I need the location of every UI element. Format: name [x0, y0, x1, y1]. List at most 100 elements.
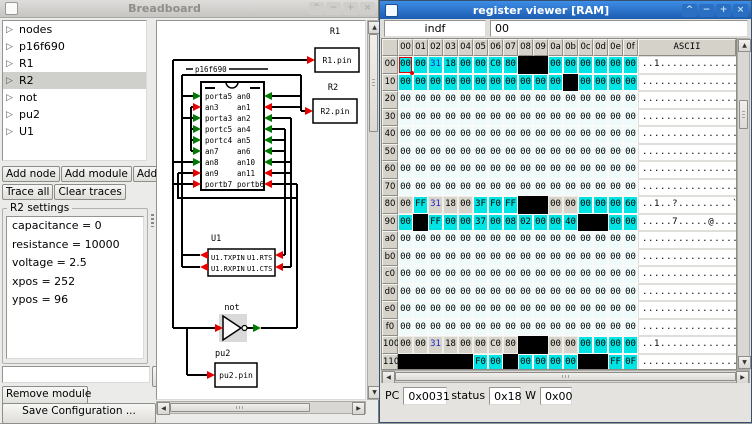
u1-label[interactable]: U1 — [211, 234, 221, 244]
register-cell[interactable]: 00 — [398, 91, 413, 109]
ascii-cell[interactable]: ................ — [638, 179, 737, 197]
register-cell[interactable]: 00 — [458, 74, 473, 92]
register-cell[interactable]: 00 — [458, 91, 473, 109]
close-button[interactable]: × — [733, 4, 748, 17]
register-cell[interactable]: 00 — [563, 56, 578, 74]
register-cell[interactable]: 00 — [608, 214, 623, 232]
register-cell[interactable]: 00 — [593, 249, 608, 267]
tree-item-not[interactable]: ▷not — [3, 89, 146, 106]
register-cell[interactable]: 00 — [578, 161, 593, 179]
register-cell[interactable]: 00 — [518, 126, 533, 144]
register-cell[interactable]: 00 — [593, 319, 608, 337]
expander-icon[interactable]: ▷ — [6, 25, 16, 35]
register-cell[interactable]: 00 — [518, 91, 533, 109]
ascii-cell[interactable]: ................ — [638, 284, 737, 302]
register-cell[interactable]: 00 — [623, 249, 638, 267]
ascii-cell[interactable]: ................ — [638, 231, 737, 249]
register-cell[interactable]: 31 — [428, 196, 443, 214]
tree-item-R1[interactable]: ▷R1 — [3, 55, 146, 72]
register-cell[interactable]: 00 — [623, 91, 638, 109]
scroll-up-icon[interactable]: ▲ — [738, 39, 751, 52]
register-cell[interactable]: FF — [608, 354, 623, 371]
column-header[interactable]: 02 — [428, 39, 443, 56]
column-header[interactable]: 05 — [473, 39, 488, 56]
register-cell[interactable]: 00 — [608, 319, 623, 337]
register-cell[interactable]: 00 — [398, 319, 413, 337]
register-cell[interactable]: 00 — [428, 179, 443, 197]
register-cell[interactable]: 00 — [503, 266, 518, 284]
register-grid[interactable]: 000102030405060708090a0b0c0d0e0fASCII000… — [381, 38, 737, 370]
register-cell[interactable]: 00 — [443, 109, 458, 127]
minimize-button[interactable]: − — [326, 2, 341, 15]
register-cell[interactable]: 00 — [413, 74, 428, 92]
register-cell[interactable]: 00 — [473, 126, 488, 144]
scroll-thumb[interactable] — [369, 34, 378, 132]
ascii-cell[interactable]: ................ — [638, 161, 737, 179]
register-cell[interactable]: 00 — [578, 74, 593, 92]
register-cell[interactable]: 00 — [563, 109, 578, 127]
register-cell[interactable] — [593, 214, 608, 232]
row-header[interactable]: e0 — [382, 301, 398, 319]
register-cell[interactable]: 00 — [533, 301, 548, 319]
register-cell[interactable]: 00 — [548, 284, 563, 302]
register-cell[interactable]: 00 — [623, 214, 638, 232]
register-cell[interactable]: 80 — [503, 336, 518, 354]
register-cell[interactable]: 00 — [428, 161, 443, 179]
register-cell[interactable]: 00 — [623, 319, 638, 337]
column-header[interactable]: 06 — [488, 39, 503, 56]
register-cell[interactable]: 00 — [443, 249, 458, 267]
register-cell[interactable]: 00 — [503, 91, 518, 109]
register-cell[interactable]: 00 — [578, 56, 593, 74]
register-cell[interactable]: 00 — [563, 336, 578, 354]
settings-item[interactable]: capacitance = 0 — [7, 217, 143, 236]
canvas-hscrollbar[interactable]: ◀ ▶ — [156, 401, 366, 414]
register-cell[interactable]: 00 — [563, 249, 578, 267]
row-header[interactable]: 90 — [382, 214, 398, 232]
register-cell[interactable]: 00 — [563, 319, 578, 337]
expander-icon[interactable]: ▷ — [6, 59, 16, 69]
register-cell[interactable]: 00 — [443, 161, 458, 179]
register-viewer-titlebar[interactable]: register viewer [RAM] ^ − + × — [380, 1, 751, 19]
register-cell[interactable]: 00 — [548, 126, 563, 144]
register-cell[interactable]: 00 — [563, 126, 578, 144]
register-cell[interactable]: 00 — [458, 231, 473, 249]
row-header[interactable]: 30 — [382, 109, 398, 127]
register-cell[interactable]: 00 — [608, 126, 623, 144]
register-cell[interactable] — [518, 196, 533, 214]
register-cell[interactable]: 00 — [503, 319, 518, 337]
register-cell[interactable]: 00 — [533, 91, 548, 109]
register-cell[interactable]: 00 — [398, 126, 413, 144]
register-cell[interactable]: 00 — [623, 56, 638, 74]
register-cell[interactable]: 00 — [488, 161, 503, 179]
register-cell[interactable]: 18 — [443, 56, 458, 74]
register-cell[interactable]: 00 — [563, 284, 578, 302]
add-node-button[interactable]: Add node — [2, 166, 60, 182]
register-cell[interactable]: 00 — [413, 179, 428, 197]
register-cell[interactable]: 00 — [413, 144, 428, 162]
register-cell[interactable]: 00 — [593, 231, 608, 249]
register-cell[interactable]: 00 — [608, 161, 623, 179]
register-cell[interactable]: 00 — [548, 161, 563, 179]
register-cell[interactable]: 00 — [428, 74, 443, 92]
row-header[interactable]: 10 — [382, 74, 398, 92]
register-cell[interactable]: 00 — [608, 284, 623, 302]
register-cell[interactable]: 00 — [473, 231, 488, 249]
register-cell[interactable]: 00 — [518, 74, 533, 92]
register-cell[interactable]: 00 — [473, 56, 488, 74]
expander-icon[interactable]: ▷ — [6, 110, 16, 120]
ascii-cell[interactable]: ................ — [638, 266, 737, 284]
scroll-thumb[interactable] — [739, 100, 748, 129]
register-cell[interactable]: 00 — [548, 336, 563, 354]
register-cell[interactable]: 00 — [563, 179, 578, 197]
register-cell[interactable]: 00 — [458, 249, 473, 267]
register-cell[interactable]: 00 — [398, 284, 413, 302]
register-cell[interactable] — [533, 336, 548, 354]
not-label[interactable]: not — [224, 303, 239, 313]
register-cell[interactable]: 00 — [473, 144, 488, 162]
register-cell[interactable]: 80 — [503, 56, 518, 74]
shade-button[interactable]: ^ — [309, 2, 324, 15]
settings-item[interactable]: ypos = 96 — [7, 291, 143, 310]
register-cell[interactable]: 00 — [443, 319, 458, 337]
register-cell[interactable]: 00 — [548, 196, 563, 214]
register-cell[interactable]: 00 — [533, 354, 548, 371]
